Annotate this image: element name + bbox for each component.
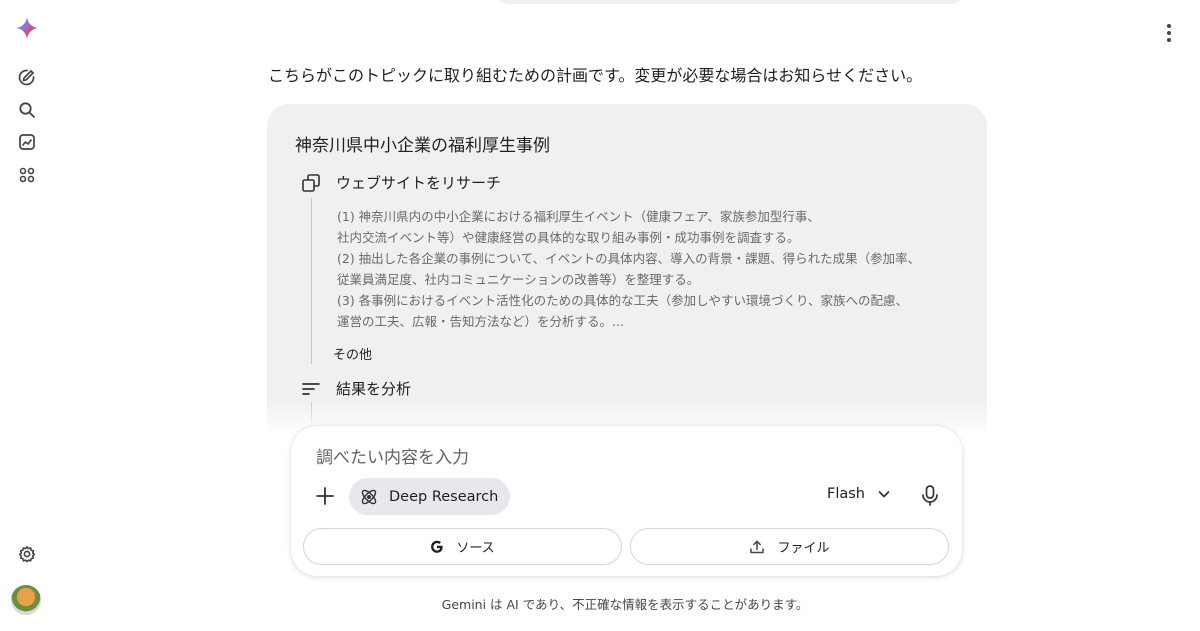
plan-detail-line: (2) 抽出した各企業の事例について、イベントの具体内容、導入の背景・課題、得ら… (337, 251, 921, 266)
gear-icon[interactable] (15, 542, 39, 566)
image-icon[interactable] (15, 130, 39, 154)
plan-title: 神奈川県中小企業の福利厚生事例 (295, 136, 550, 156)
deep-research-chip-label: Deep Research (389, 488, 499, 505)
plan-step-analyze: 結果を分析 (301, 378, 411, 399)
microphone-icon[interactable] (919, 484, 941, 508)
plan-step-details: (1) 神奈川県内の中小企業における福利厚生イベント（健康フェア、家族参加型行事… (337, 206, 957, 332)
plan-detail-line: 社内交流イベント等）や健康経営の具体的な取り組み事例・成功事例を調査する。 (337, 230, 800, 245)
previous-message-bubble (492, 0, 968, 4)
file-button-label: ファイル (777, 541, 830, 556)
model-selector-label: Flash (827, 486, 865, 502)
deep-research-chip[interactable]: Deep Research (349, 478, 511, 515)
gemini-spark-icon[interactable] (15, 16, 39, 40)
google-g-icon (431, 540, 443, 553)
plan-step-connector (311, 198, 312, 364)
chevron-down-icon (878, 491, 890, 498)
plan-more-link[interactable]: その他 (333, 344, 372, 363)
plan-step-analyze-label: 結果を分析 (336, 380, 412, 398)
prompt-input[interactable]: 調べたい内容を入力 (316, 443, 469, 468)
upload-icon (750, 540, 765, 553)
footer-disclaimer: Gemini は AI であり、不正確な情報を表示することがあります。 (441, 597, 809, 612)
apps-grid-icon[interactable] (15, 163, 39, 187)
left-rail (0, 0, 54, 631)
plan-detail-line: 従業員満足度、社内コミュニケーションの改善等）を整理する。 (337, 272, 700, 287)
model-selector[interactable]: Flash (827, 486, 891, 502)
search-icon[interactable] (15, 98, 39, 122)
add-icon[interactable] (313, 484, 337, 508)
plan-step-research: ウェブサイトをリサーチ (301, 172, 501, 193)
sort-lines-icon (302, 382, 320, 395)
plan-detail-line: 運営の工夫、広報・告知方法など）を分析する。... (337, 314, 624, 329)
atom-icon (361, 489, 377, 504)
plan-detail-line: (1) 神奈川県内の中小企業における福利厚生イベント（健康フェア、家族参加型行事… (337, 209, 820, 224)
copy-windows-icon (302, 173, 320, 192)
assistant-intro-text: こちらがこのトピックに取り組むための計画です。変更が必要な場合はお知らせください… (268, 66, 923, 85)
research-plan-card: 神奈川県中小企業の福利厚生事例 ウェブサイトをリサーチ (1) 神奈川県内の中小… (267, 104, 987, 434)
source-button[interactable]: ソース (303, 528, 622, 565)
prompt-composer: 調べたい内容を入力 Deep Research Flash ソース ファイル (291, 426, 962, 576)
plan-step-research-label: ウェブサイトをリサーチ (336, 174, 502, 192)
file-button[interactable]: ファイル (630, 528, 949, 565)
source-button-label: ソース (456, 541, 495, 556)
plan-detail-line: (3) 各事例におけるイベント活性化のための具体的な工夫（参加しやすい環境づくり… (337, 293, 909, 308)
more-vert-icon[interactable] (1160, 22, 1178, 44)
edit-icon[interactable] (15, 65, 39, 89)
